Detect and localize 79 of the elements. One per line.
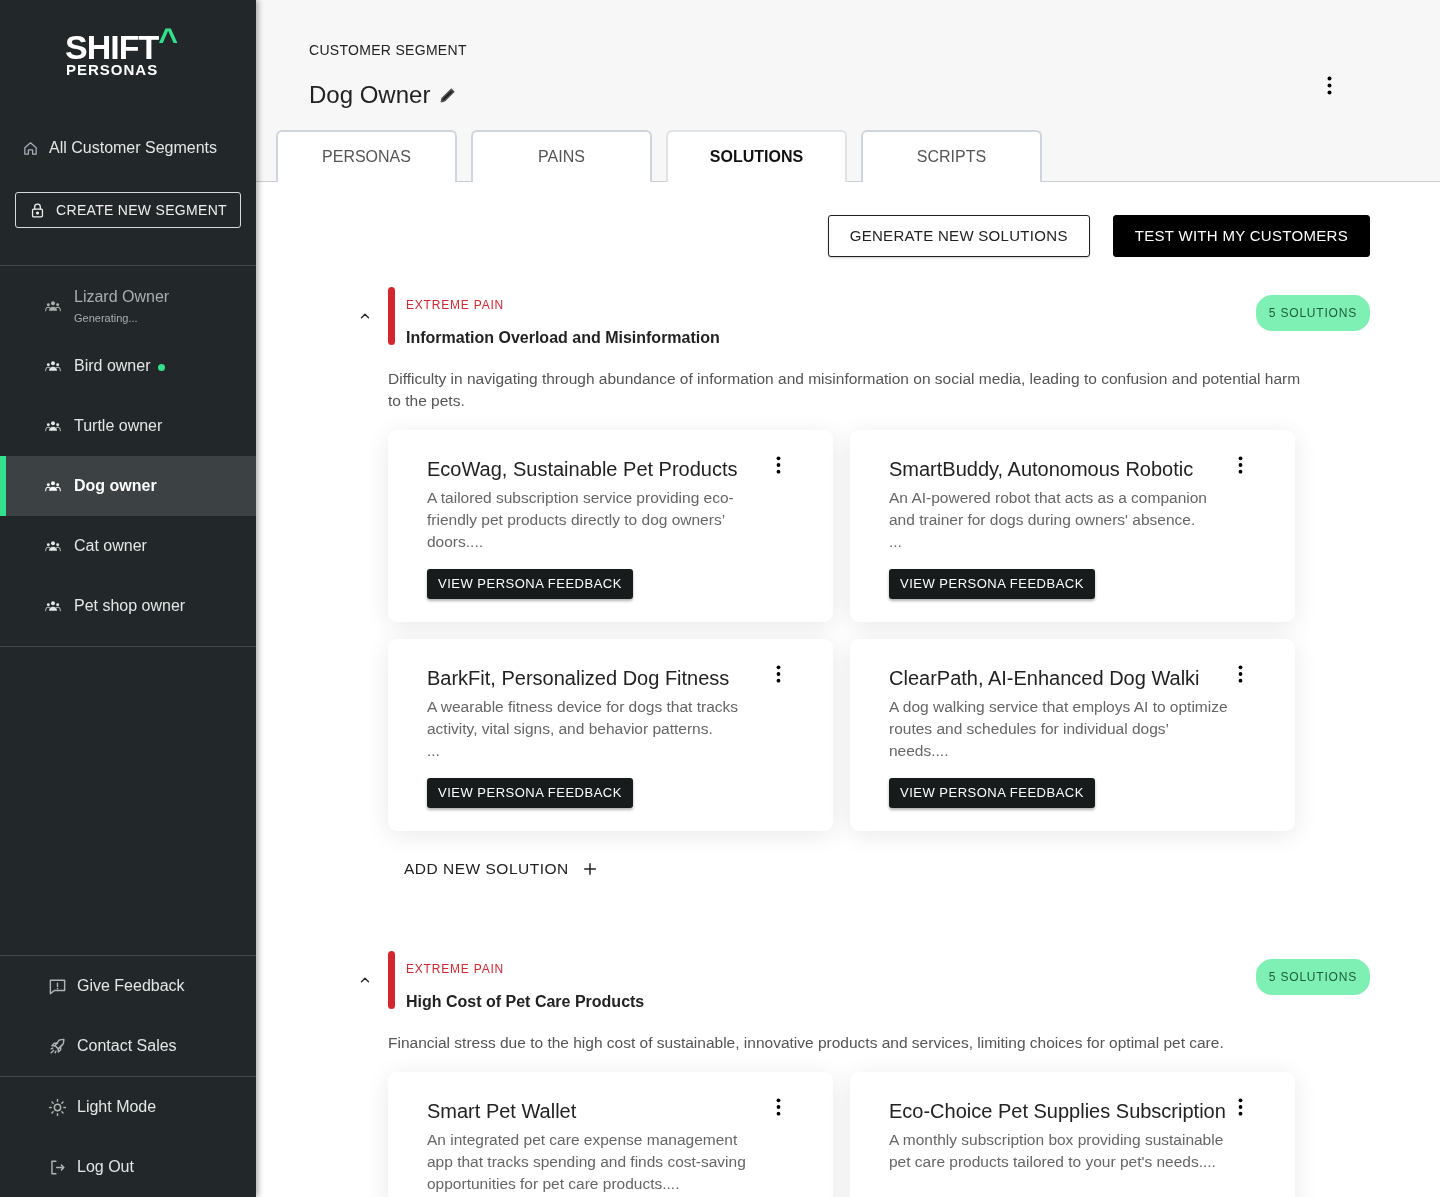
pain-description: Financial stress due to the high cost of sustainable, innovative products and services, limiting choices for optimal pet care. [388,1033,1225,1053]
segment-label: Pet shop owner [74,597,186,614]
add-solution-button[interactable]: ADD NEW SOLUTION [404,857,598,881]
solution-description: An integrated pet care expense management app that tracks spending and finds cost-saving opportunities for pet care products.... [427,1130,747,1194]
solution-title: Eco-Choice Pet Supplies Subscription [889,1099,1227,1124]
logout-icon [48,1157,67,1177]
group-icon [42,418,64,434]
segment-status: Generating... [74,311,139,327]
pain-title: High Cost of Pet Care Products [406,992,645,1012]
solution-title: ClearPath, AI-Enhanced Dog Walki [889,666,1201,691]
card-menu[interactable] [776,456,781,474]
feedback-button[interactable]: VIEW PERSONA FEEDBACK [889,569,1095,599]
kebab-icon [776,665,781,683]
feedback-icon [48,976,67,996]
severity-label: EXTREME PAIN [406,961,506,978]
segment-item[interactable]: Cat owner [0,516,256,576]
feedback-button[interactable]: VIEW PERSONA FEEDBACK [427,569,633,599]
rocket-icon [48,1036,67,1056]
sidebar-link[interactable]: Contact Sales [0,1016,256,1076]
solutions-count: 5 SOLUTIONS [1255,959,1370,995]
kebab-icon [776,456,781,474]
kebab-icon [1238,456,1243,474]
card-menu[interactable] [776,1098,781,1116]
pain-title: Information Overload and Misinformation [406,328,720,348]
tab[interactable]: PERSONAS [276,130,457,182]
segment-title: Dog Owner [309,80,431,110]
severity-bar [388,951,395,1009]
solution-description: A dog walking service that employs AI to optimize routes and schedules for individual dogs’ needs.... [889,697,1229,761]
severity-label: EXTREME PAIN [406,297,506,314]
segment-label: Cat owner [74,537,147,554]
segment-label: Turtle owner [74,417,163,434]
tab[interactable]: SOLUTIONS [666,130,847,182]
group-icon [42,298,64,314]
sidebar-link[interactable]: Log Out [0,1137,256,1197]
test-button[interactable]: TEST WITH MY CUSTOMERS [1112,215,1370,257]
group-icon [42,538,64,554]
kebab-icon [1238,1098,1243,1116]
pain-description: Difficulty in navigating through abundance of information and misinformation on social media, leading to confusion and potential harm to the pets. [388,369,1302,411]
segment-item[interactable]: Dog owner [0,456,256,516]
card-menu[interactable] [1238,665,1243,683]
kebab-icon [1327,76,1332,95]
solution-title: EcoWag, Sustainable Pet Products [427,457,739,482]
group-icon [42,358,64,374]
segment-item[interactable]: Pet shop owner [0,576,256,636]
section-label: CUSTOMER SEGMENT [309,41,467,60]
solution-description: A wearable fitness device for dogs that tracks activity, vital signs, and behavior patterns. ... [427,697,740,761]
group-icon [42,478,64,494]
sidebar-link[interactable]: Light Mode [0,1077,256,1137]
card-menu[interactable] [1238,456,1243,474]
group-icon [42,598,64,614]
solution-title: SmartBuddy, Autonomous Robotic [889,457,1195,482]
segment-label: Bird owner [74,357,151,374]
plus-icon [581,860,598,877]
generate-button[interactable]: GENERATE NEW SOLUTIONS [827,215,1090,257]
kebab-icon [776,1098,781,1116]
sun-icon [48,1097,67,1117]
more-menu[interactable] [1327,76,1332,95]
kebab-icon [1238,665,1243,683]
severity-bar [388,287,395,345]
tab[interactable]: PAINS [471,130,652,182]
solution-description: A monthly subscription box providing sustainable pet care products tailored to your pet's needs.... [889,1130,1225,1172]
segment-item[interactable]: Turtle owner [0,396,256,456]
tab[interactable]: SCRIPTS [861,130,1042,182]
solution-description: An AI-powered robot that acts as a companion and trainer for dogs during owners' absence. ... [889,488,1208,552]
solutions-count: 5 SOLUTIONS [1255,295,1370,331]
card-menu[interactable] [1238,1098,1243,1116]
feedback-button[interactable]: VIEW PERSONA FEEDBACK [889,778,1095,808]
home-link[interactable]: All Customer Segments [0,110,256,160]
solution-description: A tailored subscription service providing eco-friendly pet products directly to dog owners’ doors.... [427,488,735,552]
solution-title: BarkFit, Personalized Dog Fitness [427,666,731,691]
feedback-button[interactable]: VIEW PERSONA FEEDBACK [427,778,633,808]
segment-label: Lizard Owner [74,288,170,306]
create-segment-button[interactable]: CREATE NEW SEGMENT [15,192,241,228]
card-menu[interactable] [776,665,781,683]
segment-item[interactable]: Bird owner [0,336,256,396]
home-icon [22,139,39,157]
segment-label: Dog owner [74,477,157,494]
solution-title: Smart Pet Wallet [427,1099,578,1124]
sidebar-link[interactable]: Give Feedback [0,956,256,1016]
